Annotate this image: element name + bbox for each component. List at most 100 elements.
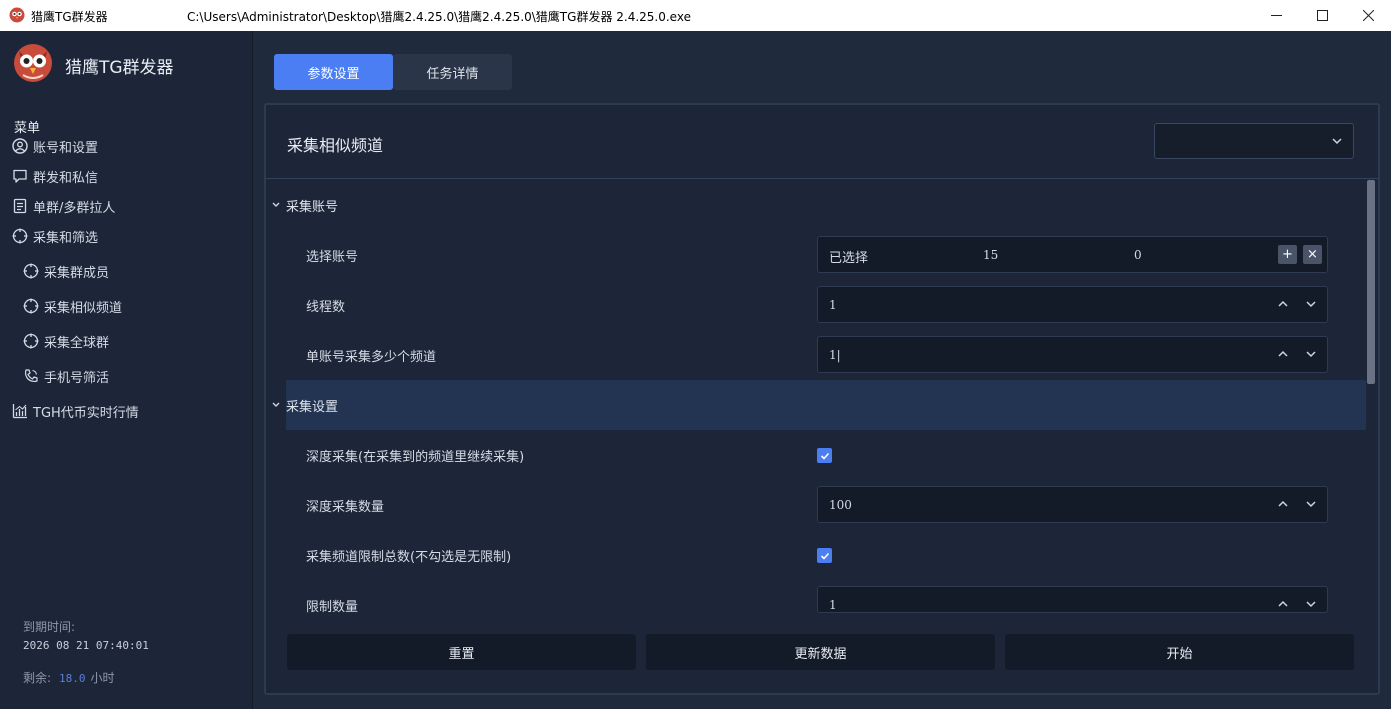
chevron-down-icon[interactable] (1305, 598, 1317, 610)
sidebar-item-group-invite[interactable]: 单群/多群拉人 (12, 195, 115, 217)
per-account-label: 单账号采集多少个频道 (306, 350, 437, 365)
section-title: 采集设置 (286, 399, 339, 415)
sidebar-item-label: 采集相似频道 (44, 300, 123, 316)
sidebar-item-label: 手机号筛活 (44, 370, 110, 386)
chevron-up-icon[interactable] (1277, 498, 1289, 510)
crosshair-icon (23, 298, 39, 314)
sidebar-item-label: 账号和设置 (33, 140, 99, 156)
panel-header: 采集相似频道 (266, 105, 1378, 179)
phone-icon (24, 369, 38, 383)
section-collect-settings-header[interactable]: 采集设置 (270, 380, 1366, 430)
crosshair-icon (23, 263, 39, 279)
stepper-controls (1277, 598, 1317, 610)
chevron-up-icon[interactable] (1277, 598, 1289, 610)
window-title: 猎鹰TG群发器 (31, 10, 108, 24)
sidebar-item-mass-message[interactable]: 群发和私信 (12, 165, 98, 187)
deep-count-stepper[interactable]: 100 (817, 486, 1328, 523)
add-account-button[interactable]: + (1278, 245, 1297, 264)
remaining-label: 剩余: (23, 671, 52, 685)
close-icon (1362, 10, 1374, 21)
chart-icon (12, 404, 27, 419)
tab-parameter-settings[interactable]: 参数设置 (274, 54, 393, 90)
user-circle-icon (12, 138, 28, 154)
close-button[interactable] (1345, 0, 1391, 31)
sidebar-item-label: 采集群成员 (44, 265, 110, 281)
sidebar-item-label: 单群/多群拉人 (33, 200, 116, 216)
remove-account-button[interactable]: × (1303, 245, 1322, 264)
tab-task-details[interactable]: 任务详情 (393, 54, 512, 90)
maximize-button[interactable] (1299, 0, 1345, 31)
chevron-down-icon[interactable] (1305, 298, 1317, 310)
main-content: 参数设置 任务详情 采集相似频道 采集账号 选择账号 已选择 15 0 + × … (253, 31, 1391, 709)
chevron-down-icon (272, 402, 280, 407)
select-account-field[interactable]: 已选择 15 0 + × (817, 236, 1328, 273)
settings-panel: 采集相似频道 采集账号 选择账号 已选择 15 0 + × 线程数 1 单账号采… (264, 103, 1380, 695)
sidebar-item-phone-filter[interactable]: 手机号筛活 (23, 365, 109, 387)
start-button[interactable]: 开始 (1005, 634, 1354, 670)
chevron-down-icon[interactable] (1305, 348, 1317, 360)
window-titlebar: 猎鹰TG群发器 C:\Users\Administrator\Desktop\猎… (0, 0, 1391, 31)
crosshair-icon (12, 228, 28, 244)
selected-text: 已选择 (829, 251, 869, 266)
stepper-controls (1277, 498, 1317, 510)
limit-count-stepper[interactable]: 1 (817, 586, 1328, 613)
remaining-value: 18.0 (59, 672, 86, 685)
remaining-time: 剩余: 18.0 小时 (23, 669, 115, 686)
limit-total-checkbox[interactable] (817, 548, 832, 563)
chevron-down-icon (272, 202, 280, 207)
sidebar: 猎鹰TG群发器 菜单 账号和设置 群发和私信 单群/多群拉人 采集和筛选 采集群… (0, 31, 253, 709)
threads-label: 线程数 (306, 300, 346, 315)
minimize-button[interactable] (1253, 0, 1299, 31)
per-account-stepper[interactable]: 1| (817, 336, 1328, 373)
sidebar-item-collect-global-groups[interactable]: 采集全球群 (23, 330, 109, 352)
deep-count-label: 深度采集数量 (306, 500, 385, 515)
expiry-value: 2026 08 21 07:40:01 (23, 639, 149, 652)
sidebar-item-label: 采集全球群 (44, 335, 110, 351)
panel-dropdown[interactable] (1154, 123, 1354, 159)
selected-count: 15 (983, 248, 999, 262)
owl-logo-icon (14, 44, 52, 82)
window-path: C:\Users\Administrator\Desktop\猎鹰2.4.25.… (187, 10, 691, 24)
limit-total-label: 采集频道限制总数(不勾选是无限制) (306, 550, 512, 565)
chevron-down-icon (1332, 138, 1342, 145)
chevron-up-icon[interactable] (1277, 298, 1289, 310)
sidebar-item-account-settings[interactable]: 账号和设置 (12, 135, 98, 157)
panel-title: 采集相似频道 (287, 136, 384, 155)
menu-header: 菜单 (14, 121, 41, 136)
sidebar-item-collect-members[interactable]: 采集群成员 (23, 260, 109, 282)
per-account-value: 1| (829, 348, 841, 362)
section-collect-account[interactable]: 采集账号 (270, 180, 1366, 230)
sidebar-item-tgh-market[interactable]: TGH代币实时行情 (12, 400, 139, 422)
deep-count-value: 100 (829, 498, 852, 512)
stepper-controls (1277, 348, 1317, 360)
expiry-label: 到期时间: (23, 620, 76, 634)
minimize-icon (1270, 15, 1282, 16)
document-icon (13, 198, 27, 214)
threads-stepper[interactable]: 1 (817, 286, 1328, 323)
chevron-up-icon[interactable] (1277, 348, 1289, 360)
section-title: 采集账号 (286, 199, 339, 215)
checkmark-icon (820, 452, 829, 460)
crosshair-icon (23, 333, 39, 349)
deep-collect-checkbox[interactable] (817, 448, 832, 463)
sidebar-item-label: 采集和筛选 (33, 230, 99, 246)
limit-count-value: 1 (829, 598, 837, 612)
reset-button[interactable]: 重置 (287, 634, 636, 670)
update-data-button[interactable]: 更新数据 (646, 634, 995, 670)
chat-bubble-icon (13, 169, 27, 183)
threads-value: 1 (829, 298, 837, 312)
sidebar-item-collect-filter[interactable]: 采集和筛选 (12, 225, 98, 247)
vertical-scrollbar[interactable] (1367, 180, 1375, 384)
select-account-label: 选择账号 (306, 250, 359, 265)
sidebar-item-collect-similar-channels[interactable]: 采集相似频道 (23, 295, 122, 317)
remaining-unit: 小时 (90, 671, 115, 685)
sidebar-item-label: 群发和私信 (33, 170, 99, 186)
chevron-down-icon[interactable] (1305, 498, 1317, 510)
stepper-controls (1277, 298, 1317, 310)
second-count: 0 (1134, 248, 1142, 262)
maximize-icon (1316, 10, 1328, 21)
sidebar-item-label: TGH代币实时行情 (33, 405, 139, 421)
owl-logo-icon (9, 7, 25, 23)
deep-collect-label: 深度采集(在采集到的频道里继续采集) (306, 450, 525, 465)
brand-name: 猎鹰TG群发器 (65, 58, 174, 78)
